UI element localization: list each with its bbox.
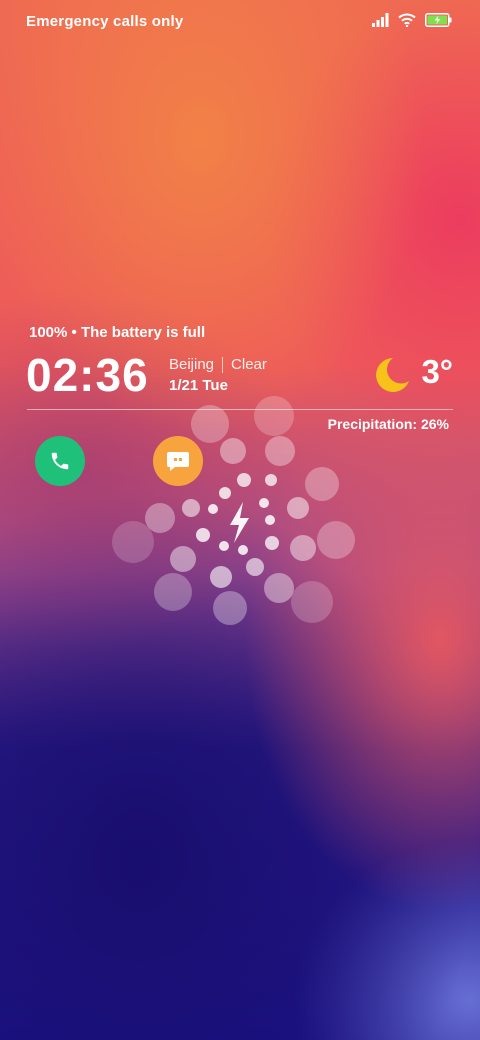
message-icon — [167, 452, 189, 471]
lightning-bolt-icon — [230, 502, 249, 543]
divider — [27, 409, 453, 410]
carrier-text: Emergency calls only — [26, 13, 184, 30]
status-bar: Emergency calls only — [0, 0, 480, 44]
phone-icon — [51, 452, 69, 470]
clock-time: 02:36 — [26, 349, 149, 401]
phone-shortcut-button[interactable] — [35, 436, 85, 486]
date-label: 1/21 Tue — [169, 377, 228, 394]
location-weather: Beijing Clear — [169, 356, 267, 374]
wifi-icon — [398, 13, 416, 27]
city-label: Beijing — [169, 356, 215, 373]
charging-dots — [112, 396, 355, 625]
crescent-moon-icon — [376, 358, 409, 392]
temperature: 3° — [421, 353, 453, 390]
status-icons — [372, 13, 452, 27]
battery-charging-icon — [425, 13, 452, 27]
separator — [222, 357, 224, 373]
battery-status-text: 100% • The battery is full — [29, 324, 206, 341]
weather-condition: Clear — [231, 356, 267, 373]
signal-icon — [372, 13, 389, 27]
precipitation-text: Precipitation: 26% — [327, 416, 449, 432]
messages-shortcut-button[interactable] — [153, 436, 203, 486]
